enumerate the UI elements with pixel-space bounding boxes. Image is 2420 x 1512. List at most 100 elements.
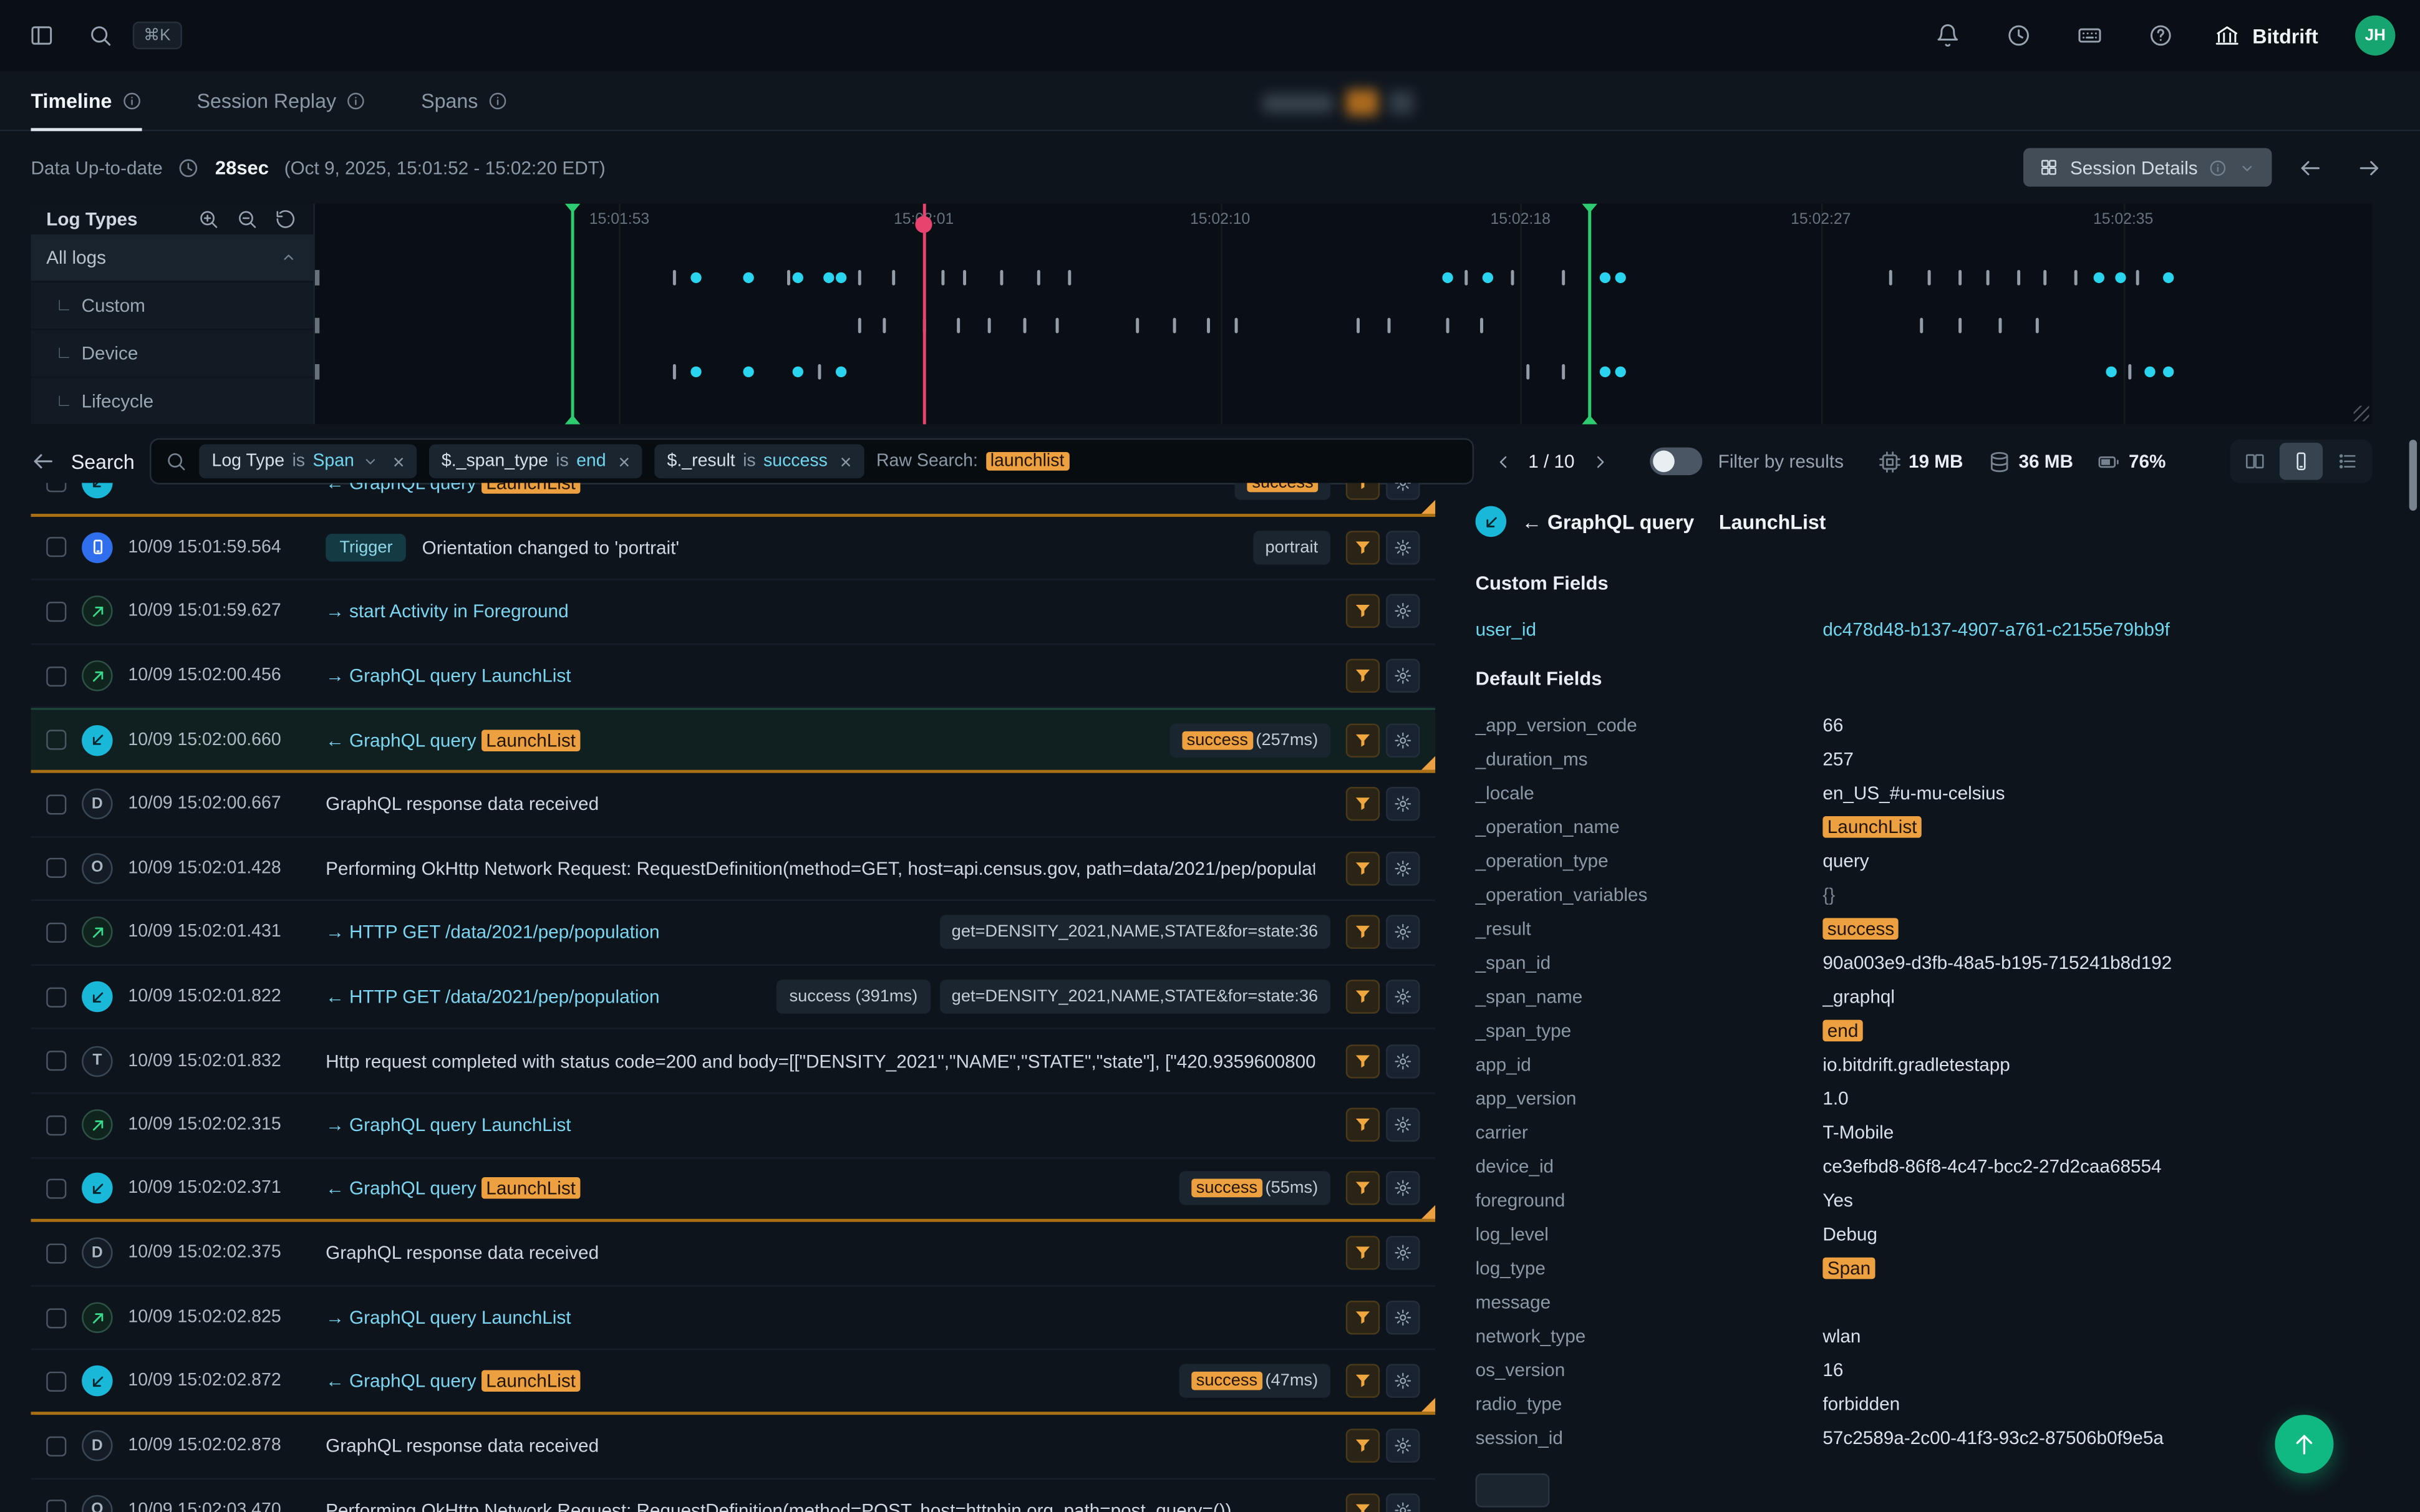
- reset-zoom-button[interactable]: [273, 206, 298, 231]
- back-button[interactable]: [31, 449, 56, 474]
- filter-pill[interactable]: $._resultissuccess×: [655, 445, 864, 478]
- log-row[interactable]: 10/09 15:01:59.627→ start Activity in Fo…: [31, 580, 1435, 645]
- resize-corner[interactable]: [2354, 406, 2369, 421]
- row-settings-button[interactable]: [1386, 980, 1420, 1013]
- event-tick[interactable]: [964, 270, 967, 286]
- event-tick[interactable]: [1173, 318, 1176, 334]
- filter-by-field-button[interactable]: [1346, 483, 1380, 500]
- row-settings-button[interactable]: [1386, 1108, 1420, 1142]
- filter-by-field-button[interactable]: [1346, 723, 1380, 757]
- view-phone-button[interactable]: [2280, 443, 2323, 479]
- row-checkbox[interactable]: [46, 1307, 66, 1327]
- event-dot[interactable]: [793, 272, 803, 283]
- row-settings-button[interactable]: [1386, 723, 1420, 757]
- row-settings-button[interactable]: [1386, 1429, 1420, 1463]
- event-dot[interactable]: [2116, 272, 2126, 283]
- event-dot[interactable]: [2106, 367, 2116, 377]
- event-tick[interactable]: [858, 270, 861, 286]
- row-settings-button[interactable]: [1386, 1044, 1420, 1077]
- filter-by-field-button[interactable]: [1346, 659, 1380, 693]
- row-checkbox[interactable]: [46, 859, 66, 879]
- event-tick[interactable]: [817, 364, 820, 380]
- log-row[interactable]: 10/09 15:02:02.825→ GraphQL query Launch…: [31, 1286, 1435, 1351]
- row-settings-button[interactable]: [1386, 787, 1420, 821]
- event-tick[interactable]: [1056, 318, 1059, 334]
- event-tick[interactable]: [1527, 364, 1530, 380]
- event-tick[interactable]: [1068, 270, 1072, 286]
- row-checkbox[interactable]: [46, 537, 66, 557]
- row-settings-button[interactable]: [1386, 1172, 1420, 1205]
- event-dot[interactable]: [1599, 367, 1610, 377]
- view-list-button[interactable]: [2326, 443, 2369, 479]
- search-input[interactable]: Log TypeisSpan×$._span_typeisend×$._resu…: [150, 438, 1474, 484]
- filter-by-field-button[interactable]: [1346, 980, 1380, 1013]
- row-checkbox[interactable]: [46, 483, 66, 493]
- keyboard-button[interactable]: [2073, 19, 2107, 52]
- event-dot[interactable]: [1443, 272, 1454, 283]
- event-tick[interactable]: [2043, 270, 2046, 286]
- log-row[interactable]: 10/09 15:02:02.872← GraphQL query Launch…: [31, 1351, 1435, 1415]
- event-tick[interactable]: [1920, 318, 1923, 334]
- help-button[interactable]: [2144, 19, 2178, 52]
- sidebar-toggle-button[interactable]: [25, 19, 59, 52]
- event-tick[interactable]: [891, 270, 894, 286]
- event-tick[interactable]: [1986, 270, 1989, 286]
- session-details-button[interactable]: Session Details: [2024, 148, 2272, 187]
- filter-by-results-toggle[interactable]: [1650, 448, 1703, 476]
- event-tick[interactable]: [1889, 270, 1892, 286]
- event-dot[interactable]: [1616, 272, 1627, 283]
- row-checkbox[interactable]: [46, 1500, 66, 1512]
- event-tick[interactable]: [988, 318, 991, 334]
- zoom-in-button[interactable]: [196, 206, 221, 231]
- log-type-custom[interactable]: ∟Custom: [31, 282, 313, 329]
- event-dot[interactable]: [2093, 272, 2104, 283]
- log-row[interactable]: O10/09 15:02:01.428Performing OkHttp Net…: [31, 837, 1435, 902]
- row-settings-button[interactable]: [1386, 659, 1420, 693]
- event-tick[interactable]: [1206, 318, 1209, 334]
- event-tick[interactable]: [1929, 270, 1932, 286]
- log-row[interactable]: 10/09 15:01:59.564TriggerOrientation cha…: [31, 516, 1435, 580]
- remove-filter-icon[interactable]: ×: [840, 451, 852, 471]
- event-tick[interactable]: [883, 318, 886, 334]
- log-type-device[interactable]: ∟Device: [31, 330, 313, 377]
- log-row[interactable]: 10/09 15:02:00.660← GraphQL query Launch…: [31, 709, 1435, 773]
- next-result-button[interactable]: [1585, 448, 1614, 476]
- event-tick[interactable]: [2016, 270, 2020, 286]
- log-row[interactable]: 10/09 15:02:00.456→ GraphQL query Launch…: [31, 645, 1435, 709]
- clock-button[interactable]: [2002, 19, 2036, 52]
- row-checkbox[interactable]: [46, 794, 66, 814]
- log-row[interactable]: D10/09 15:02:00.667GraphQL response data…: [31, 773, 1435, 837]
- event-tick[interactable]: [1480, 318, 1483, 334]
- selection-end-marker[interactable]: [1589, 204, 1592, 425]
- log-row[interactable]: D10/09 15:02:02.878GraphQL response data…: [31, 1415, 1435, 1479]
- event-tick[interactable]: [2136, 270, 2139, 286]
- filter-by-field-button[interactable]: [1346, 852, 1380, 885]
- row-checkbox[interactable]: [46, 923, 66, 943]
- log-row[interactable]: 10/09 15:02:02.371← GraphQL query Launch…: [31, 1158, 1435, 1222]
- event-dot[interactable]: [743, 272, 754, 283]
- event-dot[interactable]: [743, 367, 754, 377]
- filter-by-field-button[interactable]: [1346, 1044, 1380, 1077]
- event-tick[interactable]: [674, 364, 677, 380]
- log-row[interactable]: O10/09 15:02:03.470Performing OkHttp Net…: [31, 1479, 1435, 1512]
- event-dot[interactable]: [690, 367, 700, 377]
- row-checkbox[interactable]: [46, 1436, 66, 1456]
- filter-by-field-button[interactable]: [1346, 531, 1380, 564]
- event-tick[interactable]: [674, 270, 677, 286]
- log-row[interactable]: 10/09 15:02:01.431→ HTTP GET /data/2021/…: [31, 901, 1435, 965]
- timeline-chart[interactable]: 15:01:5315:02:0115:02:1015:02:1815:02:27…: [313, 204, 2372, 425]
- event-dot[interactable]: [824, 272, 835, 283]
- row-settings-button[interactable]: [1386, 1301, 1420, 1334]
- event-dot[interactable]: [690, 272, 700, 283]
- row-settings-button[interactable]: [1386, 852, 1420, 885]
- bell-button[interactable]: [1932, 19, 1965, 52]
- tab-session-replay[interactable]: Session Replay: [197, 71, 366, 130]
- filter-by-field-button[interactable]: [1346, 1429, 1380, 1463]
- event-dot[interactable]: [836, 272, 847, 283]
- scroll-to-top-button[interactable]: [2275, 1415, 2333, 1473]
- event-tick[interactable]: [1000, 270, 1004, 286]
- filter-by-field-button[interactable]: [1346, 915, 1380, 949]
- row-settings-button[interactable]: [1386, 1364, 1420, 1398]
- remove-filter-icon[interactable]: ×: [618, 451, 630, 471]
- event-tick[interactable]: [1235, 318, 1238, 334]
